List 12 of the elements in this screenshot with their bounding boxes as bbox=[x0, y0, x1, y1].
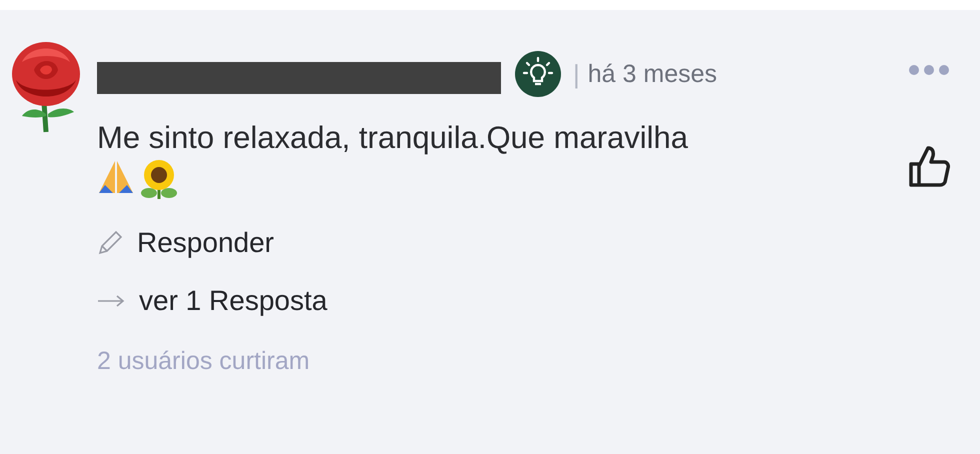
arrow-icon bbox=[97, 294, 125, 308]
sunflower-icon bbox=[139, 159, 179, 199]
timestamp: há 3 meses bbox=[588, 60, 718, 88]
pencil-icon bbox=[97, 230, 123, 256]
praying-hands-icon bbox=[97, 159, 135, 195]
reply-button[interactable]: Responder bbox=[97, 227, 274, 259]
comment-text: Me sinto relaxada, tranquila.Que maravilha bbox=[97, 119, 690, 157]
likes-count: 2 usuários curtiram bbox=[97, 347, 311, 376]
lightbulb-icon bbox=[515, 51, 561, 97]
thumbs-up-icon[interactable] bbox=[908, 144, 950, 188]
view-replies-button[interactable]: ver 1 Resposta bbox=[97, 285, 328, 317]
separator: | bbox=[573, 58, 580, 90]
